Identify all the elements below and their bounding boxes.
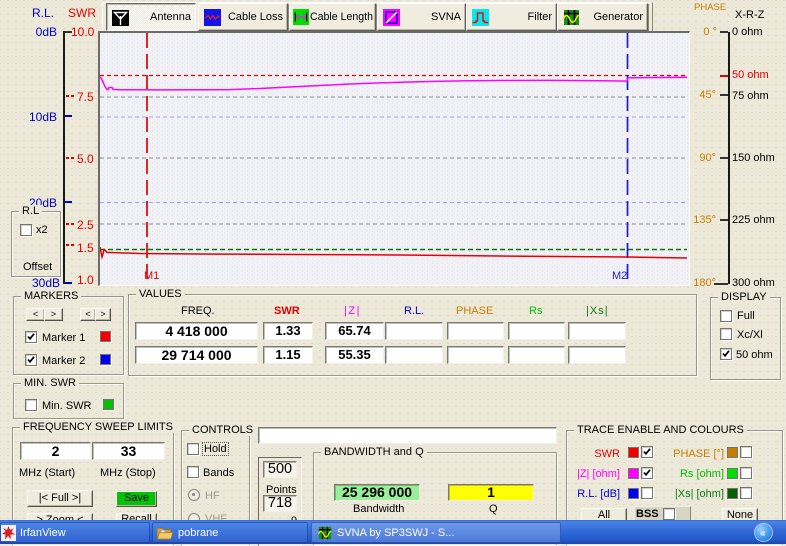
svg-text:M2: M2 [612,270,627,282]
svg-text:M1: M1 [144,270,159,282]
